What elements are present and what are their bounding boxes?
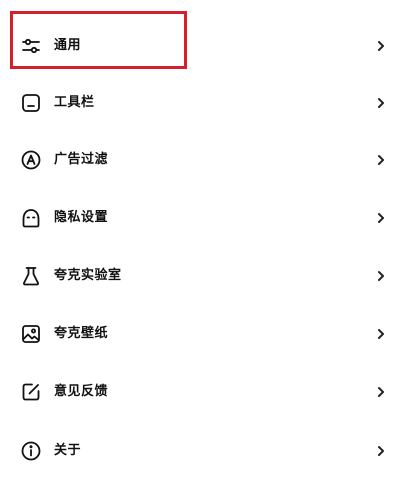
wallpaper-icon	[20, 323, 42, 345]
settings-item-wallpaper[interactable]: 夸克壁纸	[0, 311, 400, 357]
settings-item-feedback[interactable]: 意见反馈	[0, 369, 400, 415]
settings-item-label: 夸克壁纸	[54, 326, 109, 341]
privacy-icon	[20, 207, 42, 229]
settings-item-label: 夸克实验室	[54, 268, 122, 283]
chevron-right-icon	[376, 152, 386, 168]
settings-item-toolbar[interactable]: 工具栏	[0, 80, 400, 126]
ad-filter-icon	[20, 149, 42, 171]
chevron-right-icon	[376, 38, 386, 54]
chevron-right-icon	[376, 326, 386, 342]
settings-item-label: 隐私设置	[54, 210, 109, 225]
chevron-right-icon	[376, 210, 386, 226]
toolbar-icon	[20, 92, 42, 114]
info-icon	[20, 440, 42, 462]
settings-item-label: 广告过滤	[54, 152, 109, 167]
chevron-right-icon	[376, 268, 386, 284]
settings-item-label: 工具栏	[54, 95, 95, 110]
settings-item-ad-filter[interactable]: 广告过滤	[0, 137, 400, 183]
flask-icon	[20, 265, 42, 287]
settings-item-lab[interactable]: 夸克实验室	[0, 253, 400, 299]
chevron-right-icon	[376, 384, 386, 400]
settings-item-about[interactable]: 关于	[0, 428, 400, 474]
feedback-icon	[20, 381, 42, 403]
settings-item-privacy[interactable]: 隐私设置	[0, 195, 400, 241]
settings-item-label: 意见反馈	[54, 384, 109, 399]
highlight-box	[10, 11, 187, 69]
settings-item-label: 关于	[54, 443, 82, 458]
chevron-right-icon	[376, 443, 386, 459]
chevron-right-icon	[376, 95, 386, 111]
